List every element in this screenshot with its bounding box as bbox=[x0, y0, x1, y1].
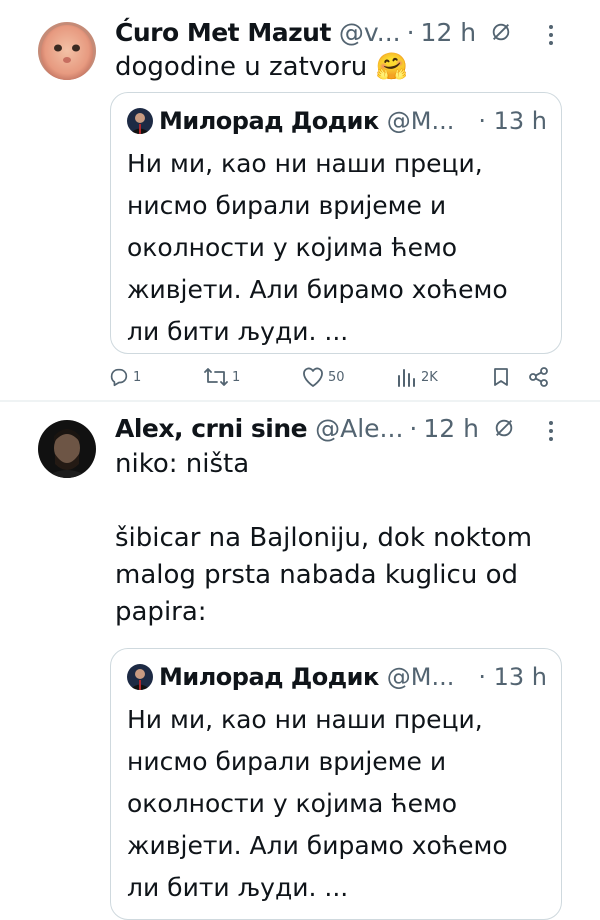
handle[interactable]: @Ale... bbox=[315, 414, 403, 443]
repost-icon bbox=[204, 368, 228, 386]
avatar[interactable] bbox=[38, 420, 96, 478]
tweet-header: Ćuro Met Mazut @v... · 12 h bbox=[115, 14, 590, 50]
separator-dot: · bbox=[409, 413, 418, 443]
quoted-tweet-header: Милорад Додик @M... · 13 h bbox=[127, 105, 547, 137]
quoted-handle: @M... bbox=[386, 107, 455, 135]
reply-count: 1 bbox=[133, 369, 142, 385]
repost-button[interactable]: 1 bbox=[203, 366, 240, 388]
display-name[interactable]: Ćuro Met Mazut bbox=[115, 18, 331, 47]
grok-icon[interactable] bbox=[490, 21, 512, 43]
reply-button[interactable]: 1 bbox=[108, 366, 141, 388]
views-button[interactable]: 2K bbox=[396, 366, 438, 388]
views-count: 2K bbox=[421, 369, 438, 385]
quoted-display-name: Милорад Додик bbox=[159, 107, 379, 135]
quoted-timestamp: · 13 h bbox=[478, 663, 547, 691]
like-button[interactable]: 50 bbox=[301, 366, 345, 388]
separator-dot: · bbox=[406, 17, 415, 47]
handle[interactable]: @v... bbox=[339, 18, 401, 47]
action-bar: 1 1 50 2K bbox=[108, 366, 560, 394]
heart-icon bbox=[303, 367, 323, 387]
quoted-tweet-text: Ни ми, као ни наши преци, нисмо бирали в… bbox=[127, 149, 508, 346]
quoted-tweet[interactable]: Милорад Додик @M... · 13 h Ни ми, као ни… bbox=[110, 92, 562, 354]
avatar bbox=[127, 664, 153, 690]
views-icon bbox=[398, 369, 415, 387]
tweet-text: niko: ništa šibicar na Bajloniju, dok no… bbox=[115, 449, 533, 627]
tweet-text: dogodine u zatvoru 🤗 bbox=[115, 52, 408, 82]
more-icon[interactable] bbox=[548, 24, 554, 46]
grok-icon[interactable] bbox=[493, 417, 515, 439]
quoted-tweet[interactable]: Милорад Додик @M... · 13 h Ни ми, као ни… bbox=[110, 648, 562, 920]
bookmark-icon bbox=[494, 368, 508, 386]
timestamp[interactable]: 12 h bbox=[423, 414, 479, 443]
avatar[interactable] bbox=[38, 22, 96, 80]
share-button[interactable] bbox=[528, 366, 550, 388]
quoted-tweet-header: Милорад Додик @M... · 13 h bbox=[127, 661, 547, 693]
bookmark-button[interactable] bbox=[491, 366, 511, 388]
timestamp[interactable]: 12 h bbox=[421, 18, 477, 47]
reply-icon bbox=[110, 368, 128, 387]
tweet-header: Alex, crni sine @Ale... · 12 h bbox=[115, 410, 590, 446]
quoted-handle: @M... bbox=[386, 663, 455, 691]
like-count: 50 bbox=[328, 369, 345, 385]
quoted-timestamp: · 13 h bbox=[478, 107, 547, 135]
share-icon bbox=[529, 367, 548, 387]
quoted-display-name: Милорад Додик bbox=[159, 663, 379, 691]
more-icon[interactable] bbox=[548, 420, 554, 442]
quoted-tweet-text: Ни ми, као ни наши преци, нисмо бирали в… bbox=[127, 705, 508, 902]
avatar bbox=[127, 108, 153, 134]
tweet[interactable]: Ćuro Met Mazut @v... · 12 h dogodine u z… bbox=[0, 0, 600, 400]
display-name[interactable]: Alex, crni sine bbox=[115, 414, 308, 443]
divider bbox=[0, 400, 600, 402]
repost-count: 1 bbox=[232, 369, 241, 385]
